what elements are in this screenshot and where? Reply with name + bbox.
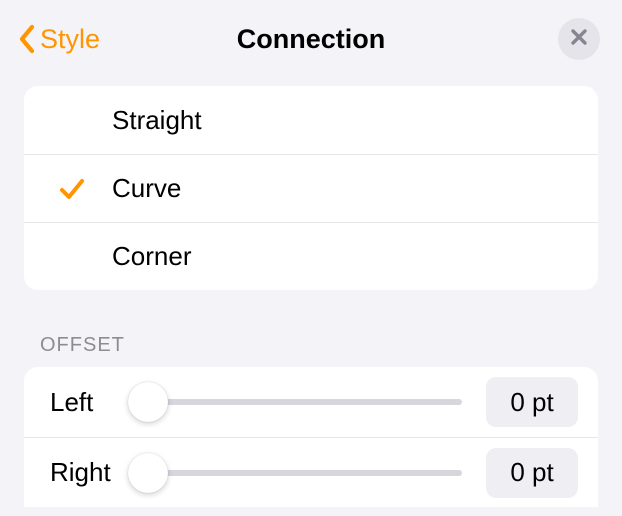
option-label: Corner: [106, 241, 191, 272]
option-straight[interactable]: Straight: [24, 86, 598, 154]
chevron-left-icon: [18, 24, 36, 54]
connection-type-list: Straight Curve Corner: [24, 86, 598, 290]
offset-left-value[interactable]: 0 pt: [486, 377, 578, 427]
close-icon: [569, 27, 589, 52]
slider-track: [136, 470, 462, 476]
offset-section-header: OFFSET: [40, 334, 582, 357]
checkmark-icon: [48, 175, 106, 203]
page-title: Connection: [237, 24, 386, 55]
back-button[interactable]: Style: [18, 24, 100, 55]
offset-left-row: Left 0 pt: [24, 367, 598, 437]
offset-panel: Left 0 pt Right 0 pt: [24, 367, 598, 507]
slider-thumb[interactable]: [128, 453, 168, 493]
slider-thumb[interactable]: [128, 382, 168, 422]
offset-right-label: Right: [50, 457, 120, 488]
close-button[interactable]: [558, 18, 600, 60]
offset-left-slider[interactable]: [136, 382, 470, 422]
option-label: Curve: [106, 173, 181, 204]
option-corner[interactable]: Corner: [24, 222, 598, 290]
option-label: Straight: [106, 105, 202, 136]
offset-right-slider[interactable]: [136, 453, 470, 493]
offset-right-value[interactable]: 0 pt: [486, 448, 578, 498]
option-curve[interactable]: Curve: [24, 154, 598, 222]
offset-left-label: Left: [50, 387, 120, 418]
back-label: Style: [40, 24, 100, 55]
slider-track: [136, 399, 462, 405]
nav-bar: Style Connection: [0, 0, 622, 80]
offset-right-row: Right 0 pt: [24, 437, 598, 507]
